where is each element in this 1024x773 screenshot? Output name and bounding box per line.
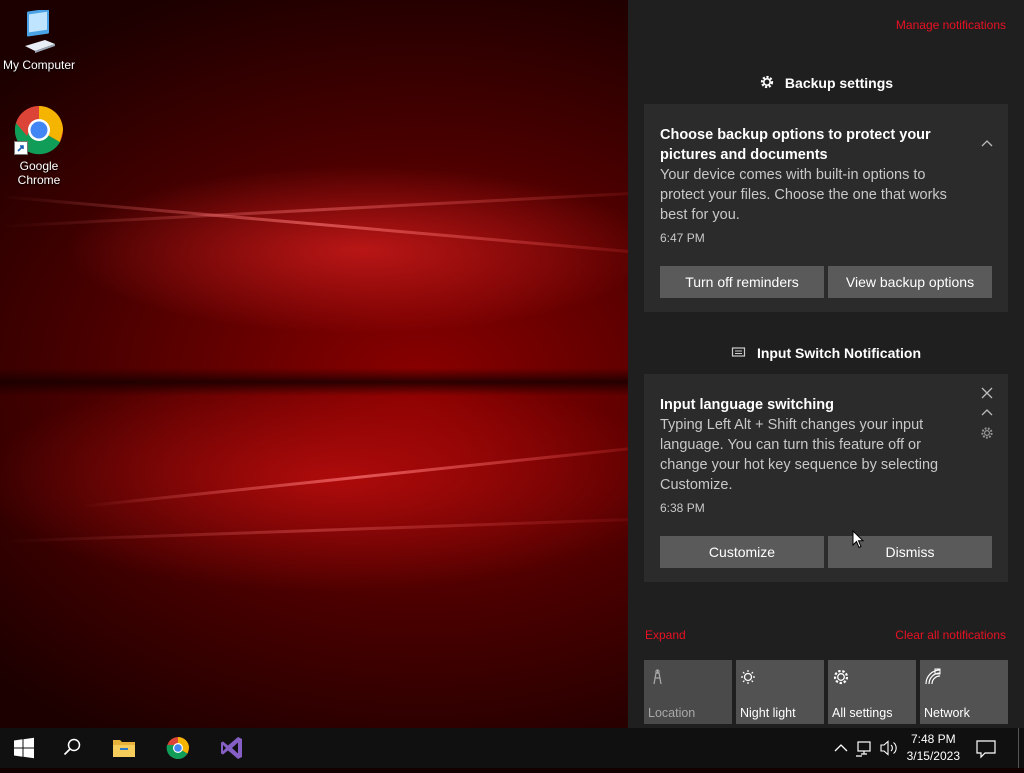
customize-button[interactable]: Customize	[660, 536, 824, 568]
wallpaper-light-beam	[0, 195, 628, 254]
speaker-icon	[880, 740, 897, 756]
wallpaper-light-beam	[0, 517, 628, 543]
quick-action-network[interactable]: Network	[920, 660, 1008, 724]
show-desktop-button[interactable]	[1018, 728, 1024, 768]
quick-action-label: Location	[648, 706, 696, 720]
chrome-icon	[14, 105, 64, 155]
keyboard-icon	[731, 344, 747, 360]
clock-date: 3/15/2023	[906, 749, 960, 763]
taskbar-file-explorer[interactable]	[100, 728, 148, 768]
notification-group-header[interactable]: Backup settings	[628, 74, 1024, 91]
view-backup-options-button[interactable]: View backup options	[828, 266, 992, 298]
computer-icon	[17, 8, 61, 54]
taskbar: 7:48 PM 3/15/2023	[0, 728, 1024, 768]
windows-logo-icon	[14, 737, 34, 759]
desktop-icon-label: My Computer	[2, 58, 76, 72]
manage-notifications-link[interactable]: Manage notifications	[896, 18, 1006, 32]
desktop-icon-google-chrome[interactable]: Google Chrome	[0, 105, 78, 187]
clock-time: 7:48 PM	[910, 732, 956, 746]
volume-tray-button[interactable]	[878, 728, 900, 768]
group-app-name: Backup settings	[784, 75, 894, 91]
wallpaper-light-beam	[79, 446, 628, 508]
search-button[interactable]	[48, 728, 96, 768]
settings-gear-icon[interactable]	[980, 426, 994, 440]
chevron-up-icon	[834, 744, 848, 752]
gear-icon	[832, 668, 850, 686]
quick-action-label: Night light	[740, 706, 796, 720]
clear-all-notifications-link[interactable]: Clear all notifications	[895, 628, 1006, 642]
night-light-icon	[740, 668, 758, 686]
expand-link[interactable]: Expand	[645, 628, 686, 642]
notification-time: 6:38 PM	[660, 501, 705, 515]
collapse-chevron-up-icon[interactable]	[980, 406, 994, 420]
desktop-wallpaper: My Computer Google Chrome	[0, 0, 628, 728]
quick-action-all-settings[interactable]: All settings	[828, 660, 916, 724]
search-icon	[63, 738, 81, 756]
taskbar-google-chrome[interactable]	[154, 728, 202, 768]
notification-body: Typing Left Alt + Shift changes your inp…	[660, 417, 939, 493]
notification-title: Choose backup options to protect your pi…	[660, 127, 931, 163]
notification-icon	[976, 740, 996, 759]
desktop-icon-my-computer[interactable]: My Computer	[0, 8, 78, 72]
group-app-name: Input Switch Notification	[756, 345, 922, 361]
collapse-chevron-up-icon[interactable]	[980, 137, 994, 151]
shortcut-arrow-icon	[14, 141, 28, 155]
visual-studio-icon	[221, 737, 242, 759]
taskbar-visual-studio[interactable]	[208, 728, 256, 768]
quick-action-label: Network	[924, 706, 970, 720]
action-center: Manage notifications Backup settings Cho…	[628, 0, 1024, 728]
network-tray-button[interactable]	[854, 728, 876, 768]
notification-group-header[interactable]: Input Switch Notification	[628, 344, 1024, 361]
folder-icon	[113, 740, 135, 757]
network-wired-icon	[856, 741, 871, 757]
quick-action-label: All settings	[832, 706, 893, 720]
notification-body: Your device comes with built-in options …	[660, 167, 947, 223]
close-icon[interactable]	[980, 386, 994, 400]
gear-icon	[759, 74, 775, 90]
taskbar-clock[interactable]: 7:48 PM 3/15/2023	[907, 731, 960, 765]
mouse-cursor-icon	[852, 529, 866, 550]
wallpaper-dark-band	[0, 368, 628, 396]
location-icon	[648, 668, 666, 686]
chrome-icon	[166, 737, 189, 759]
turn-off-reminders-button[interactable]: Turn off reminders	[660, 266, 824, 298]
start-button[interactable]	[0, 728, 48, 768]
quick-action-location[interactable]: Location	[644, 660, 732, 724]
notification-card-backup[interactable]: Choose backup options to protect your pi…	[644, 104, 1008, 312]
network-icon	[924, 668, 942, 686]
quick-action-night-light[interactable]: Night light	[736, 660, 824, 724]
desktop-icon-label: Google Chrome	[17, 159, 61, 187]
notification-title: Input language switching	[660, 397, 834, 413]
notification-card-input-switch[interactable]: Input language switching Typing Left Alt…	[644, 374, 1008, 582]
notification-time: 6:47 PM	[660, 231, 705, 245]
show-hidden-icons-button[interactable]	[832, 728, 850, 768]
action-center-button[interactable]	[968, 728, 1004, 768]
